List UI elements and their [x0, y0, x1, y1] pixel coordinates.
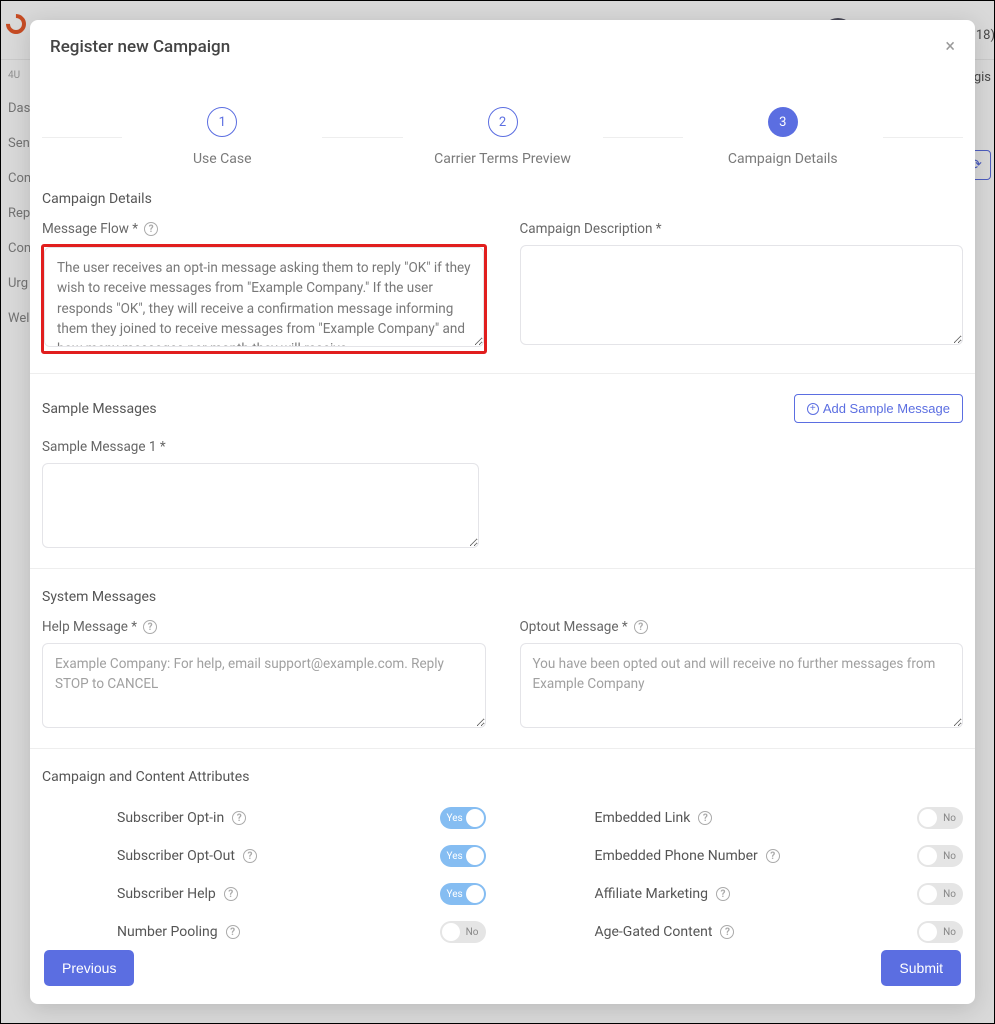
help-message-textarea[interactable] [42, 643, 486, 728]
modal-title: Register new Campaign [50, 37, 230, 57]
sample-message-1-label: Sample Message 1 * [42, 439, 479, 455]
toggle-switch[interactable]: Yes [440, 883, 486, 905]
toggle-switch[interactable]: Yes [440, 845, 486, 867]
campaign-details-heading: Campaign Details [42, 191, 963, 207]
help-message-label: Help Message * ? [42, 619, 486, 635]
attribute-label: Age-Gated Content? [595, 924, 735, 940]
message-flow-highlight [42, 245, 486, 353]
optout-message-label: Optout Message * ? [520, 619, 964, 635]
attribute-label: Affiliate Marketing? [595, 886, 731, 902]
stepper: 1 Use Case 2 Carrier Terms Preview 3 Cam… [42, 107, 963, 167]
step-number: 1 [207, 107, 237, 137]
attribute-label: Subscriber Help? [117, 886, 238, 902]
sample-message-1-textarea[interactable] [42, 463, 479, 548]
divider [30, 748, 975, 749]
info-icon[interactable]: ? [634, 620, 648, 634]
step-label: Carrier Terms Preview [403, 151, 603, 167]
attribute-row: Affiliate Marketing? No [520, 875, 964, 913]
previous-button[interactable]: Previous [44, 950, 134, 986]
info-icon[interactable]: ? [716, 887, 730, 901]
info-icon[interactable]: ? [143, 620, 157, 634]
attributes-right-column: Embedded Link? No Embedded Phone Number? No… [520, 799, 964, 944]
toggle-switch[interactable]: No [917, 883, 963, 905]
message-flow-label: Message Flow * ? [42, 221, 486, 237]
attribute-row: Number Pooling? No [42, 913, 486, 944]
system-messages-heading: System Messages [42, 589, 963, 605]
close-icon[interactable]: × [945, 36, 955, 57]
attribute-row: Age-Gated Content? No [520, 913, 964, 944]
add-sample-message-button[interactable]: + Add Sample Message [794, 394, 963, 423]
toggle-switch[interactable]: No [917, 845, 963, 867]
step-number: 3 [768, 107, 798, 137]
attribute-label: Subscriber Opt-Out? [117, 848, 257, 864]
info-icon[interactable]: ? [243, 849, 257, 863]
step-use-case[interactable]: 1 Use Case [122, 107, 322, 167]
toggle-switch[interactable]: Yes [440, 807, 486, 829]
campaign-description-label: Campaign Description * [520, 221, 964, 237]
divider [30, 568, 975, 569]
attribute-label: Number Pooling? [117, 924, 240, 940]
info-icon[interactable]: ? [144, 222, 158, 236]
attributes-left-column: Subscriber Opt-in?YesSubscriber Opt-Out?… [42, 799, 486, 944]
toggle-knob [919, 923, 937, 941]
modal-footer: Previous Submit [30, 944, 975, 1004]
info-icon[interactable]: ? [224, 887, 238, 901]
toggle-switch[interactable]: No [917, 921, 963, 943]
attribute-row: Subscriber Opt-in? Yes [42, 799, 486, 837]
step-carrier-terms[interactable]: 2 Carrier Terms Preview [403, 107, 603, 167]
attribute-row: Embedded Link? No [520, 799, 964, 837]
info-icon[interactable]: ? [698, 811, 712, 825]
info-icon[interactable]: ? [766, 849, 780, 863]
info-icon[interactable]: ? [720, 925, 734, 939]
attribute-label: Embedded Link? [595, 810, 713, 826]
submit-button[interactable]: Submit [881, 950, 961, 986]
attribute-row: Embedded Phone Number? No [520, 837, 964, 875]
attribute-label: Embedded Phone Number? [595, 848, 780, 864]
toggle-knob [466, 809, 484, 827]
toggle-knob [919, 885, 937, 903]
attribute-row: Subscriber Help? Yes [42, 875, 486, 913]
step-campaign-details[interactable]: 3 Campaign Details [683, 107, 883, 167]
step-number: 2 [488, 107, 518, 137]
toggle-knob [442, 923, 460, 941]
step-label: Campaign Details [683, 151, 883, 167]
toggle-switch[interactable]: No [917, 807, 963, 829]
optout-message-textarea[interactable] [520, 643, 964, 728]
attribute-row: Subscriber Opt-Out? Yes [42, 837, 486, 875]
attribute-label: Subscriber Opt-in? [117, 810, 246, 826]
divider [30, 373, 975, 374]
toggle-knob [466, 885, 484, 903]
register-campaign-modal: Register new Campaign × 1 Use Case 2 Car… [30, 20, 975, 1004]
toggle-switch[interactable]: No [440, 921, 486, 943]
toggle-knob [466, 847, 484, 865]
modal-body: 1 Use Case 2 Carrier Terms Preview 3 Cam… [30, 67, 975, 944]
step-label: Use Case [122, 151, 322, 167]
message-flow-textarea[interactable] [44, 247, 484, 347]
toggle-knob [919, 809, 937, 827]
info-icon[interactable]: ? [226, 925, 240, 939]
info-icon[interactable]: ? [232, 811, 246, 825]
campaign-description-textarea[interactable] [520, 245, 964, 345]
attributes-heading: Campaign and Content Attributes [42, 769, 963, 785]
modal-header: Register new Campaign × [30, 20, 975, 67]
plus-circle-icon: + [807, 403, 819, 415]
sample-messages-heading: Sample Messages [42, 401, 157, 417]
toggle-knob [919, 847, 937, 865]
